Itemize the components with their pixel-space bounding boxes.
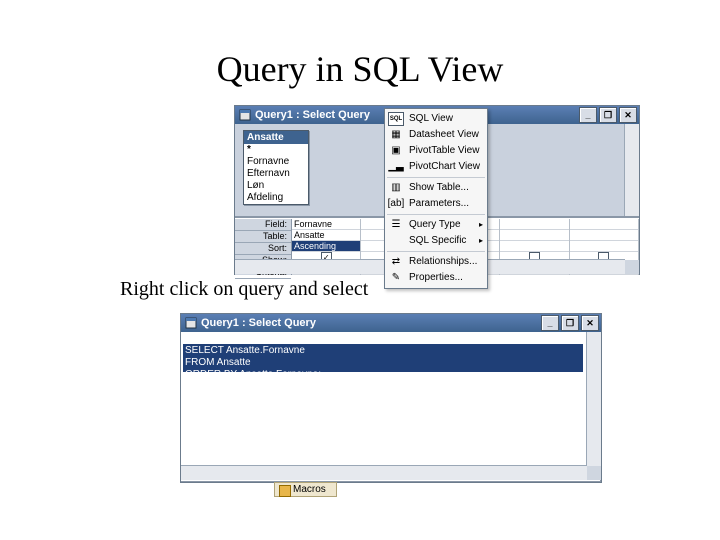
sql-window-title: Query1 : Select Query xyxy=(201,317,541,329)
design-grid-cell[interactable] xyxy=(570,230,638,241)
titlebar[interactable]: Query1 : Select Query _ ❐ ✕ xyxy=(181,314,601,332)
table-field[interactable]: Efternavn xyxy=(244,168,308,180)
design-grid-cell[interactable] xyxy=(570,219,638,230)
sql-editor-blank[interactable] xyxy=(183,372,583,466)
menu-item[interactable]: ▁▃ PivotChart View xyxy=(385,159,487,175)
design-grid-cell[interactable] xyxy=(500,230,568,241)
menu-item-label: PivotTable View xyxy=(409,145,479,157)
row-label-field: Field: xyxy=(235,219,291,231)
grid-icon: ▦ xyxy=(389,129,403,141)
menu-item-label: PivotChart View xyxy=(409,161,480,173)
design-grid-cell[interactable]: Fornavne xyxy=(292,219,360,230)
showtable-icon: ▥ xyxy=(389,182,403,194)
scroll-corner xyxy=(625,260,639,274)
access-sql-window: Query1 : Select Query _ ❐ ✕ SELECT Ansat… xyxy=(180,313,602,483)
menu-item-label: SQL Specific xyxy=(409,235,466,247)
design-grid-cell[interactable] xyxy=(500,241,568,252)
context-menu: SQL SQL View ▦ Datasheet View ▣ PivotTable Vi… xyxy=(384,108,488,289)
table-field[interactable]: Løn xyxy=(244,180,308,192)
scrollbar-vertical[interactable] xyxy=(586,332,601,480)
blank-icon xyxy=(389,235,403,247)
submenu-arrow-icon: ▸ xyxy=(479,235,483,247)
menu-item-label: Datasheet View xyxy=(409,129,479,141)
design-grid-cell[interactable] xyxy=(570,241,638,252)
table-field[interactable]: Afdeling xyxy=(244,192,308,204)
minimize-button[interactable]: _ xyxy=(541,315,559,331)
params-icon: [ab] xyxy=(389,198,403,210)
design-grid-cell[interactable]: Ansatte xyxy=(292,230,360,241)
design-grid-cell[interactable]: Ascending xyxy=(292,241,360,252)
query-icon xyxy=(239,109,251,121)
menu-item[interactable]: ☰ Query Type ▸ xyxy=(385,217,487,233)
menu-item[interactable]: SQL SQL View xyxy=(385,111,487,127)
maximize-button[interactable]: ❐ xyxy=(561,315,579,331)
chart-icon: ▁▃ xyxy=(389,161,403,173)
menu-item[interactable]: ✎ Properties... xyxy=(385,270,487,286)
relat-icon: ⇄ xyxy=(389,256,403,268)
menu-item[interactable]: ▦ Datasheet View xyxy=(385,127,487,143)
menu-item[interactable]: ▥ Show Table... xyxy=(385,180,487,196)
close-button[interactable]: ✕ xyxy=(581,315,599,331)
maximize-button[interactable]: ❐ xyxy=(599,107,617,123)
table-field[interactable]: Fornavne xyxy=(244,156,308,168)
table-field[interactable]: * xyxy=(244,144,308,156)
menu-item-label: Properties... xyxy=(409,272,463,284)
table-card[interactable]: Ansatte * Fornavne Efternavn Løn Afdelin… xyxy=(243,130,309,205)
nav-tab-macros[interactable]: Macros xyxy=(274,482,337,497)
menu-item[interactable]: SQL Specific ▸ xyxy=(385,233,487,249)
scrollbar-horizontal[interactable] xyxy=(181,465,587,480)
minimize-button[interactable]: _ xyxy=(579,107,597,123)
props-icon: ✎ xyxy=(389,272,403,284)
menu-item-label: Relationships... xyxy=(409,256,477,268)
menu-item-label: Parameters... xyxy=(409,198,469,210)
slide-caption: Right click on query and select xyxy=(120,278,368,301)
submenu-arrow-icon: ▸ xyxy=(479,219,483,231)
table-card-title: Ansatte xyxy=(244,131,308,144)
menu-item-label: Query Type xyxy=(409,219,461,231)
design-grid-cell[interactable] xyxy=(500,219,568,230)
query-icon xyxy=(185,317,197,329)
menu-item-label: SQL View xyxy=(409,113,453,125)
pivot-icon: ▣ xyxy=(389,145,403,157)
menu-item[interactable]: ⇄ Relationships... xyxy=(385,254,487,270)
slide-title: Query in SQL View xyxy=(0,48,720,90)
menu-item[interactable]: ▣ PivotTable View xyxy=(385,143,487,159)
menu-item-label: Show Table... xyxy=(409,182,469,194)
row-label-sort: Sort: xyxy=(235,243,291,255)
sql-icon: SQL xyxy=(389,113,403,125)
scrollbar-vertical[interactable] xyxy=(624,124,639,216)
menu-item[interactable]: [ab] Parameters... xyxy=(385,196,487,212)
close-button[interactable]: ✕ xyxy=(619,107,637,123)
row-label-table: Table: xyxy=(235,231,291,243)
qtype-icon: ☰ xyxy=(389,219,403,231)
scroll-corner xyxy=(587,466,601,480)
